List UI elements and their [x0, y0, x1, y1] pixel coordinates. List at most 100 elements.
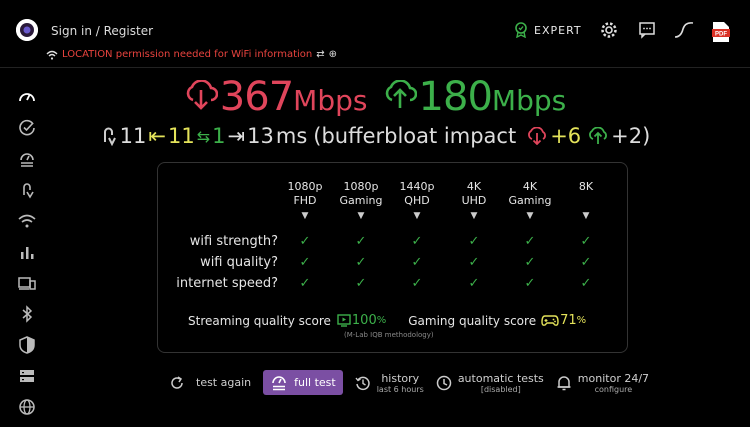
monitor-label: monitor 24/7 — [577, 371, 650, 385]
download-result: 367 Mbps — [184, 74, 368, 120]
column-arrow-icon: ▼ — [413, 211, 421, 221]
column-line2: Gaming — [508, 194, 552, 207]
column-line1: 8K — [578, 180, 594, 193]
column-arrow-icon: ▼ — [526, 211, 534, 221]
column-line2: UHD — [461, 194, 487, 207]
quality-column-header: 4K UHD — [444, 180, 504, 208]
ping-value: 11 — [119, 124, 147, 148]
check-icon: ✓ — [355, 255, 367, 270]
check-icon: ✓ — [580, 276, 592, 291]
jitter-icon: ⇆ — [196, 126, 211, 146]
quality-column-header: 4K Gaming — [500, 180, 560, 208]
check-icon: ✓ — [355, 234, 367, 249]
full-test-button[interactable]: full test — [263, 370, 343, 395]
feedback-icon[interactable] — [638, 21, 658, 41]
graph-icon[interactable] — [674, 21, 694, 41]
header-divider — [0, 67, 750, 68]
row-internet-speed: internet speed? — [176, 276, 278, 291]
check-icon: ✓ — [468, 234, 480, 249]
bar-chart-icon[interactable] — [16, 241, 38, 263]
download-impact-icon — [528, 127, 547, 145]
check-icon: ✓ — [411, 255, 423, 270]
check-icon: ✓ — [411, 234, 423, 249]
test-again-label: test again — [196, 376, 252, 389]
history-sub: last 6 hours — [376, 384, 424, 394]
signin-link[interactable]: Sign in / Register — [51, 24, 153, 38]
latency-unit: ms — [275, 124, 308, 148]
column-line1: 1080p — [287, 180, 323, 193]
app-logo[interactable] — [16, 19, 38, 41]
gaming-score: 71 — [560, 313, 577, 328]
shield-icon[interactable] — [16, 334, 38, 356]
upload-impact-icon — [589, 127, 608, 144]
check-icon: ✓ — [524, 255, 536, 270]
column-arrow-icon: ▼ — [582, 211, 590, 221]
history-label: history — [381, 371, 420, 385]
check-icon: ✓ — [524, 234, 536, 249]
column-arrow-icon: ▼ — [470, 211, 478, 221]
automatic-sub: [disabled] — [480, 384, 521, 394]
column-line1: 1440p — [399, 180, 435, 193]
play-screen-icon — [337, 314, 351, 327]
row-wifi-quality: wifi quality? — [200, 255, 278, 270]
bufferbloat-label: (bufferbloat impact — [313, 124, 517, 148]
globe-small-icon[interactable]: ⊕ — [329, 49, 337, 60]
loaded-arrow-icon: ⇥ — [227, 124, 246, 148]
monitor-sub: configure — [594, 384, 633, 394]
check-icon: ✓ — [524, 276, 536, 291]
quality-column-header: 1080p Gaming — [331, 180, 391, 208]
bell-icon — [557, 375, 571, 390]
idle-arrow-icon: ⇤ — [148, 124, 167, 148]
pdf-icon[interactable]: PDF — [711, 21, 731, 42]
download-impact: +6 — [550, 124, 582, 148]
download-value: 367 — [219, 74, 294, 120]
gear-icon[interactable] — [600, 21, 620, 41]
test-again-button[interactable]: test again — [170, 375, 252, 390]
check-icon: ✓ — [468, 255, 480, 270]
clock-icon — [436, 375, 452, 390]
warning-text: LOCATION permission needed for WiFi info… — [62, 49, 313, 60]
check-icon: ✓ — [580, 234, 592, 249]
streaming-score: 100 — [351, 313, 377, 328]
location-warning[interactable]: LOCATION permission needed for WiFi info… — [46, 49, 337, 60]
row-wifi-strength: wifi strength? — [189, 234, 278, 249]
bluetooth-icon[interactable] — [16, 303, 38, 325]
history-icon — [355, 376, 370, 390]
gaming-label: Gaming quality score — [408, 313, 537, 328]
quality-column-header: 8K — [556, 180, 616, 194]
check-icon: ✓ — [580, 255, 592, 270]
column-arrow-icon: ▼ — [301, 211, 309, 221]
column-line1: 1080p — [343, 180, 379, 193]
column-line1: 4K — [522, 180, 538, 193]
column-line1: 4K — [466, 180, 482, 193]
badge-icon — [515, 22, 527, 38]
gauge-list-icon[interactable] — [16, 148, 38, 170]
globe-icon[interactable] — [16, 396, 38, 418]
expert-toggle[interactable]: EXPERT — [514, 22, 582, 38]
swap-icon[interactable]: ⇄ — [316, 49, 324, 60]
refresh-icon — [171, 375, 183, 389]
latency-row: 11 ⇤ 11 ⇆ 1 ⇥ 13 ms (bufferbloat impact +… — [0, 124, 750, 148]
check-icon: ✓ — [299, 276, 311, 291]
wifi-icon[interactable] — [16, 210, 38, 232]
full-test-label: full test — [294, 376, 336, 389]
quality-column-header: 1080p FHD — [275, 180, 335, 208]
streaming-label: Streaming quality score — [188, 313, 331, 328]
history-button[interactable]: history last 6 hours — [355, 372, 424, 394]
column-line2: QHD — [404, 194, 430, 207]
upload-value: 180 — [418, 74, 493, 120]
download-unit: Mbps — [293, 84, 368, 117]
server-icon[interactable] — [16, 365, 38, 387]
download-cloud-icon — [186, 80, 218, 110]
automatic-tests-button[interactable]: automatic tests [disabled] — [436, 372, 544, 394]
ping-icon — [103, 127, 116, 146]
check-icon: ✓ — [468, 276, 480, 291]
upload-impact: +2) — [611, 124, 651, 148]
monitor-button[interactable]: monitor 24/7 configure — [556, 372, 649, 394]
devices-icon[interactable] — [16, 272, 38, 294]
ping-icon[interactable] — [16, 179, 38, 201]
idle-value: 11 — [168, 124, 195, 148]
wifi-small-icon — [46, 50, 58, 60]
gauge-icon — [272, 376, 286, 391]
speed-results: 367 Mbps 180 Mbps — [0, 74, 750, 120]
